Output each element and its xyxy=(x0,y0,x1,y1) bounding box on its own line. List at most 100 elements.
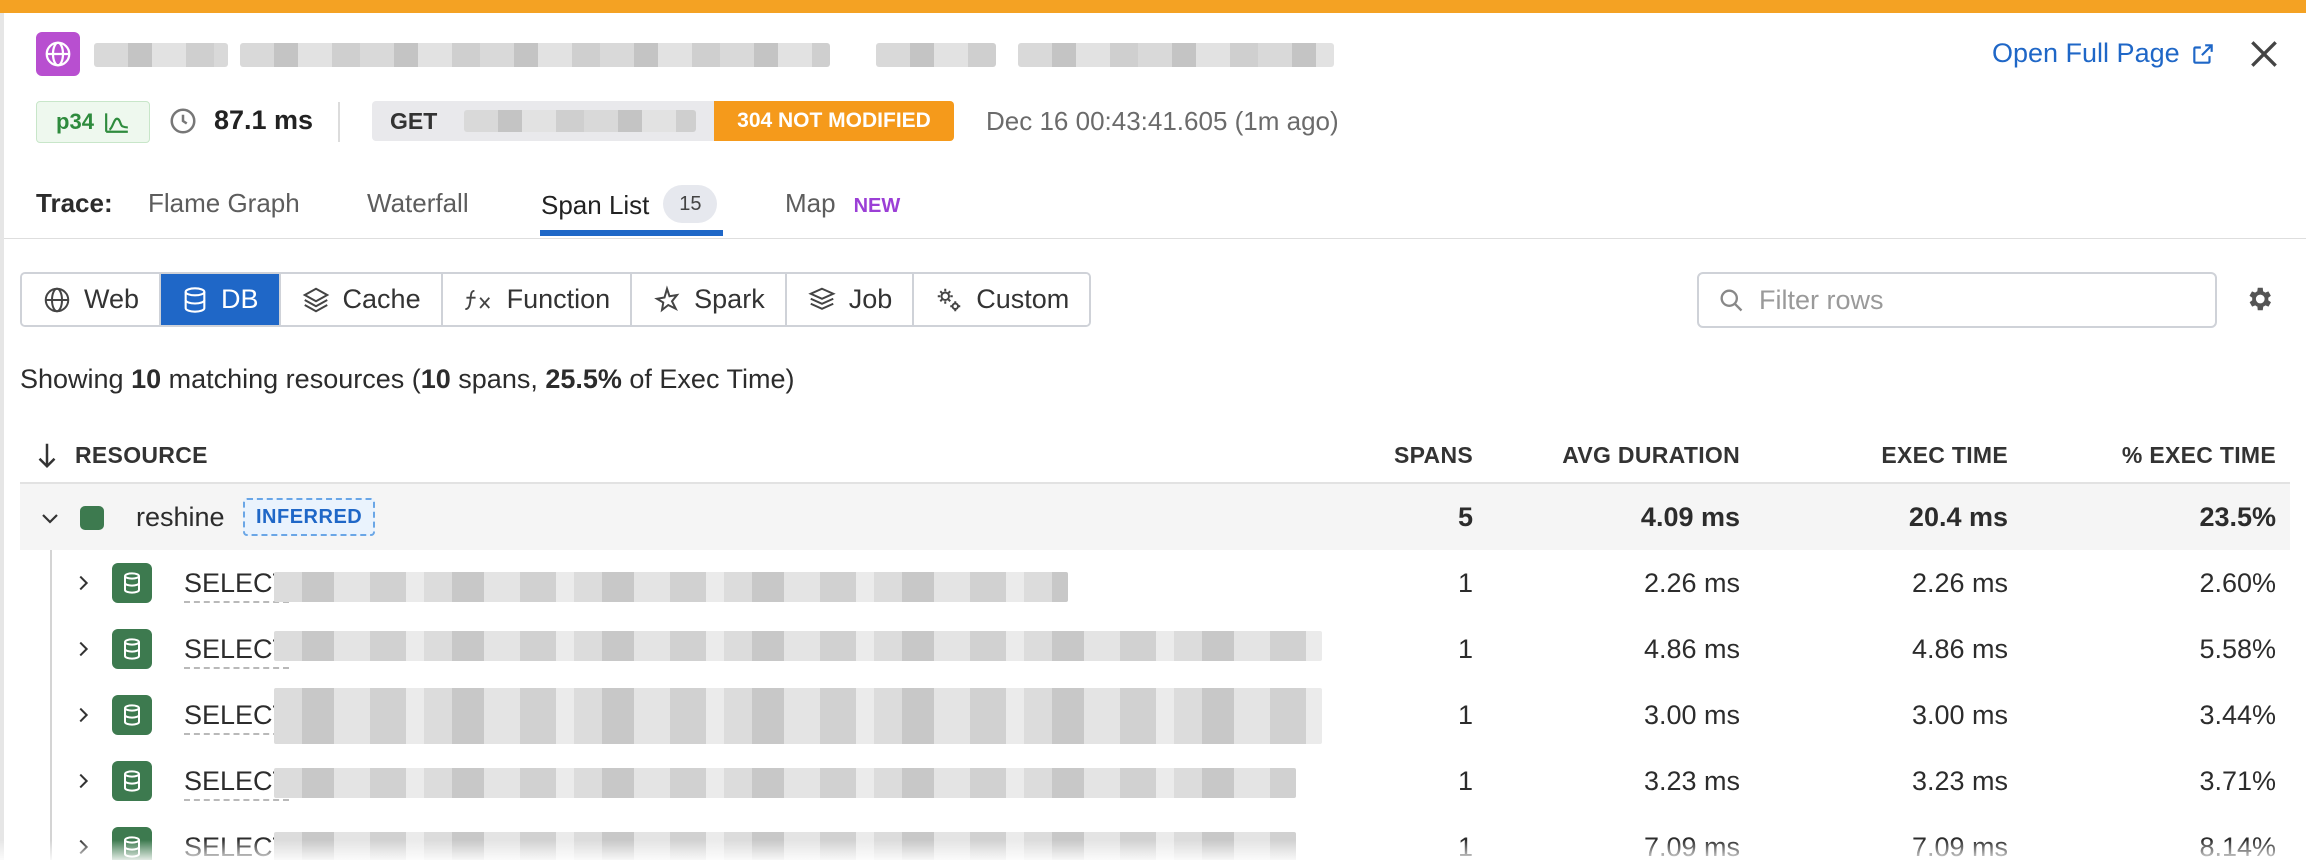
filter-rows-input[interactable] xyxy=(1759,284,2179,316)
http-status-badge: 304 NOT MODIFIED xyxy=(714,101,954,141)
row-pct-exec-time: 3.44% xyxy=(2199,700,2276,730)
row-avg-duration: 4.86 ms xyxy=(1643,634,1740,664)
row-spans: 1 xyxy=(1457,634,1473,664)
summary-spans: 10 xyxy=(420,364,451,394)
redacted-resource-detail xyxy=(876,43,996,67)
service-color-swatch xyxy=(80,506,104,530)
summary-mid1: matching resources ( xyxy=(161,364,421,394)
filter-function-button[interactable]: Function xyxy=(442,274,633,325)
service-globe-icon xyxy=(36,32,80,76)
filter-label: Web xyxy=(84,284,140,314)
row-exec-time: 4.86 ms xyxy=(1911,634,2008,664)
spark-icon xyxy=(654,284,680,312)
tab-label: Waterfall xyxy=(367,188,469,218)
redacted-sql xyxy=(274,631,1322,661)
chevron-right-icon[interactable] xyxy=(72,770,94,792)
filter-label: Function xyxy=(506,284,611,314)
tab-span-list[interactable]: Span List 15 xyxy=(541,185,718,226)
column-header-avg-duration[interactable]: AVG DURATION xyxy=(1562,442,1740,469)
percentile-badge[interactable]: p34 xyxy=(36,101,150,143)
group-exec-time: 20.4 ms xyxy=(1908,502,2008,532)
clock-icon xyxy=(170,108,196,134)
gears-icon xyxy=(938,288,961,311)
tab-waterfall[interactable]: Waterfall xyxy=(367,188,469,219)
summary-percent: 25.5% xyxy=(545,364,622,394)
external-link-icon xyxy=(2192,43,2213,64)
layers-icon xyxy=(302,287,329,312)
filter-rows-field[interactable] xyxy=(1697,272,2217,328)
row-avg-duration: 3.23 ms xyxy=(1643,766,1740,796)
row-pct-exec-time: 2.60% xyxy=(2199,568,2276,598)
sort-descending-icon[interactable] xyxy=(36,440,58,470)
inferred-badge: INFERRED xyxy=(243,498,376,536)
filter-custom-button[interactable]: Custom xyxy=(914,274,1090,325)
chevron-right-icon[interactable] xyxy=(72,572,94,594)
row-exec-time: 3.00 ms xyxy=(1911,700,2008,730)
row-spans: 1 xyxy=(1457,766,1473,796)
database-icon xyxy=(112,695,152,735)
filter-label: Custom xyxy=(976,284,1070,314)
tab-label: Flame Graph xyxy=(148,188,300,218)
summary-mid2: spans, xyxy=(450,364,546,394)
database-icon xyxy=(112,563,152,603)
tree-connector xyxy=(50,550,52,860)
stack-icon xyxy=(807,287,836,310)
summary-suffix: of Exec Time) xyxy=(621,364,795,394)
column-header-exec-time[interactable]: EXEC TIME xyxy=(1881,442,2008,469)
open-full-page-link[interactable]: Open Full Page xyxy=(1992,38,2216,69)
summary-prefix: Showing xyxy=(20,364,132,394)
row-spans: 1 xyxy=(1457,568,1473,598)
redacted-sql xyxy=(274,688,1322,744)
header-divider xyxy=(338,102,340,142)
settings-gear-icon[interactable] xyxy=(2244,284,2274,314)
results-summary: Showing 10 matching resources (10 spans,… xyxy=(20,364,794,395)
column-header-spans[interactable]: SPANS xyxy=(1394,442,1473,469)
tab-label: Map xyxy=(785,188,836,218)
span-type-filter: Web DB Cache Function Spark Job Custom xyxy=(20,272,1092,327)
new-badge: NEW xyxy=(853,195,901,217)
globe-icon xyxy=(44,287,70,312)
close-icon xyxy=(2251,41,2277,67)
filter-spark-button[interactable]: Spark xyxy=(632,274,787,325)
database-icon xyxy=(184,286,206,313)
redacted-sql xyxy=(274,768,1296,798)
left-edge xyxy=(0,13,4,860)
tab-map[interactable]: Map NEW xyxy=(785,188,900,219)
group-spans: 5 xyxy=(1457,502,1473,532)
trace-timestamp: Dec 16 00:43:41.605 (1m ago) xyxy=(986,106,1339,136)
filter-label: DB xyxy=(221,284,259,314)
span-count-badge: 15 xyxy=(663,185,718,223)
filter-db-button[interactable]: DB xyxy=(161,274,281,325)
open-full-page-label: Open Full Page xyxy=(1992,38,2180,68)
row-avg-duration: 2.26 ms xyxy=(1643,568,1740,598)
close-button[interactable] xyxy=(2244,34,2284,74)
search-icon xyxy=(1720,289,1743,312)
filter-cache-button[interactable]: Cache xyxy=(280,274,443,325)
trace-duration: 87.1 ms xyxy=(214,105,314,135)
distribution-chart-icon xyxy=(105,113,128,133)
function-icon xyxy=(464,289,490,310)
column-header-pct-exec-time[interactable]: % EXEC TIME xyxy=(2122,442,2276,469)
redacted-service-name xyxy=(94,43,228,67)
column-header-resource[interactable]: RESOURCE xyxy=(75,442,208,469)
filter-job-button[interactable]: Job xyxy=(786,274,915,325)
row-exec-time: 3.23 ms xyxy=(1911,766,2008,796)
row-exec-time: 2.26 ms xyxy=(1911,568,2008,598)
scroll-fade xyxy=(0,840,2306,860)
trace-label: Trace: xyxy=(36,188,113,218)
row-pct-exec-time: 3.71% xyxy=(2199,766,2276,796)
chevron-down-icon[interactable] xyxy=(38,506,62,530)
http-method: GET xyxy=(390,108,438,134)
redacted-url xyxy=(464,110,696,132)
redacted-resource-detail-2 xyxy=(1018,43,1334,67)
chevron-right-icon[interactable] xyxy=(72,638,94,660)
filter-web-button[interactable]: Web xyxy=(22,274,162,325)
row-pct-exec-time: 5.58% xyxy=(2199,634,2276,664)
top-accent-bar xyxy=(0,0,2306,13)
group-name: reshine xyxy=(136,502,225,532)
row-avg-duration: 3.00 ms xyxy=(1643,700,1740,730)
chevron-right-icon[interactable] xyxy=(72,704,94,726)
database-icon xyxy=(112,629,152,669)
tab-flame-graph[interactable]: Flame Graph xyxy=(148,188,300,219)
database-icon xyxy=(112,761,152,801)
